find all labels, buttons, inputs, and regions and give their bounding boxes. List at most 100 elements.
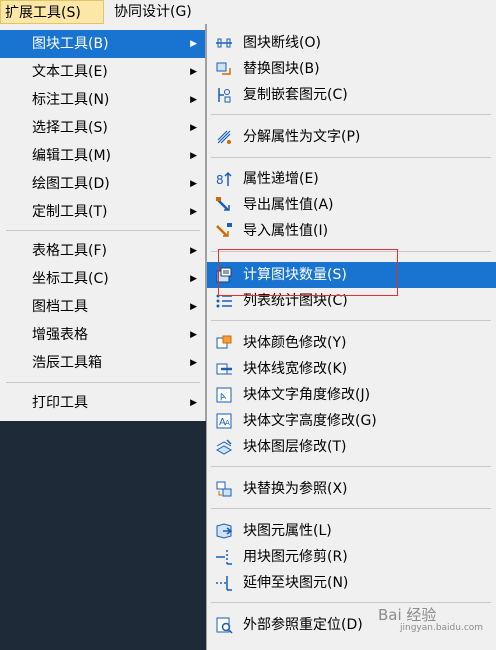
- submenu-arrow-icon: ▶: [190, 330, 197, 340]
- menu-separator: [6, 382, 200, 383]
- menu2-item-label: 块体图层修改(T): [243, 439, 347, 455]
- menu2-trim-by-block[interactable]: 用块图元修剪(R): [207, 544, 496, 570]
- menu2-item-label: 延伸至块图元(N): [243, 575, 349, 591]
- trim-by-block-icon: [216, 550, 232, 565]
- menu1-print-tools[interactable]: 打印工具 ▶: [0, 389, 205, 417]
- menu1-item-label: 图块工具(B): [32, 36, 109, 52]
- block-linewidth-icon: [216, 363, 232, 375]
- menu2-item-label: 块体文字角度修改(J): [243, 387, 371, 403]
- block-to-xref-icon: [216, 481, 232, 497]
- watermark-text: Bai 经验: [378, 606, 437, 624]
- submenu-arrow-icon: ▶: [190, 39, 197, 49]
- replace-block-icon: [216, 62, 231, 75]
- menu1-item-label: 选择工具(S): [32, 120, 108, 136]
- menu1-enhanced-table[interactable]: 增强表格 ▶: [0, 321, 205, 349]
- menu1-item-label: 定制工具(T): [32, 204, 108, 220]
- menu2-item-label: 外部参照重定位(D): [243, 617, 363, 633]
- menu2-block-text-angle[interactable]: A 块体文字角度修改(J): [207, 382, 496, 408]
- copy-nested-icon: [218, 88, 231, 103]
- menu2-item-label: 分解属性为文字(P): [243, 129, 361, 145]
- menu2-item-label: 块体颜色修改(Y): [243, 335, 347, 351]
- menu1-item-label: 标注工具(N): [32, 92, 110, 108]
- svg-text:A: A: [225, 419, 230, 427]
- block-color-icon: [216, 335, 232, 349]
- menu-separator: [6, 230, 200, 231]
- menu2-explode-attr[interactable]: 分解属性为文字(P): [207, 124, 496, 150]
- submenu-arrow-icon: ▶: [190, 302, 197, 312]
- menu1-block-tools[interactable]: 图块工具(B) ▶: [0, 30, 205, 58]
- menu2-item-label: 块体文字高度修改(G): [243, 413, 377, 429]
- svg-text:8: 8: [216, 173, 224, 187]
- extend-to-block-icon: [216, 576, 232, 591]
- block-text-angle-icon: A: [216, 387, 232, 403]
- menu2-item-label: 块体线宽修改(K): [243, 361, 348, 377]
- import-attr-icon: [216, 223, 232, 237]
- menu-extend-tools[interactable]: 扩展工具(S): [0, 0, 104, 24]
- menu1-edit-tools[interactable]: 编辑工具(M) ▶: [0, 142, 205, 170]
- menu-separator: [211, 602, 491, 603]
- menu2-block-to-xref[interactable]: 块替换为参照(X): [207, 476, 496, 502]
- menu1-select-tools[interactable]: 选择工具(S) ▶: [0, 114, 205, 142]
- submenu-arrow-icon: ▶: [190, 358, 197, 368]
- menu2-block-layer[interactable]: 块体图层修改(T): [207, 434, 496, 460]
- submenu-arrow-icon: ▶: [190, 274, 197, 284]
- submenu-arrow-icon: ▶: [190, 246, 197, 256]
- menu2-block-color[interactable]: 块体颜色修改(Y): [207, 330, 496, 356]
- baidu-watermark: Bai 经验 jingyan.baidu.com: [378, 604, 483, 633]
- menu1-item-label: 文本工具(E): [32, 64, 108, 80]
- menu1-dimension-tools[interactable]: 标注工具(N) ▶: [0, 86, 205, 114]
- menu1-item-label: 绘图工具(D): [32, 176, 110, 192]
- block-layer-icon: [215, 439, 233, 455]
- menu2-item-label: 图块断线(O): [243, 35, 321, 51]
- attr-increment-icon: 8: [216, 171, 232, 187]
- menu-collab-design[interactable]: 协同设计(G): [110, 0, 210, 24]
- menu1-draw-tools[interactable]: 绘图工具(D) ▶: [0, 170, 205, 198]
- submenu-arrow-icon: ▶: [190, 95, 197, 105]
- menu2-item-label: 块图元属性(L): [243, 523, 332, 539]
- menu-extend-tools-label: 扩展工具(S): [5, 5, 81, 21]
- menu2-copy-nested[interactable]: 复制嵌套图元(C): [207, 82, 496, 108]
- submenu-arrow-icon: ▶: [190, 207, 197, 217]
- menu2-extend-to-block[interactable]: 延伸至块图元(N): [207, 570, 496, 596]
- menu2-import-attr[interactable]: 导入属性值(I): [207, 218, 496, 244]
- menu2-item-label: 导出属性值(A): [243, 197, 334, 213]
- block-entity-prop-icon: [216, 523, 233, 539]
- menu-separator: [211, 157, 491, 158]
- menu2-block-entity-prop[interactable]: 块图元属性(L): [207, 518, 496, 544]
- menu2-block-text-height[interactable]: AA 块体文字高度修改(G): [207, 408, 496, 434]
- menu1-item-label: 打印工具: [32, 395, 88, 411]
- menu2-item-label: 块替换为参照(X): [243, 481, 348, 497]
- menu2-item-label: 导入属性值(I): [243, 223, 329, 239]
- menu1-text-tools[interactable]: 文本工具(E) ▶: [0, 58, 205, 86]
- submenu-arrow-icon: ▶: [190, 179, 197, 189]
- menu1-drawing-file-tools[interactable]: 图档工具 ▶: [0, 293, 205, 321]
- menu1-item-label: 表格工具(F): [32, 243, 107, 259]
- block-break-icon: [216, 38, 232, 48]
- menu1-item-label: 浩辰工具箱: [32, 355, 102, 371]
- annotation-highlight-box: [218, 249, 398, 296]
- menu-separator: [211, 466, 491, 467]
- menu1-item-label: 编辑工具(M): [32, 148, 112, 164]
- menu1-item-label: 图档工具: [32, 299, 88, 315]
- menu1-item-label: 坐标工具(C): [32, 271, 109, 287]
- menu2-item-label: 复制嵌套图元(C): [243, 87, 348, 103]
- menu2-block-linewidth[interactable]: 块体线宽修改(K): [207, 356, 496, 382]
- menu-bar: 扩展工具(S) 协同设计(G): [0, 0, 496, 25]
- menu2-attr-increment[interactable]: 8 属性递增(E): [207, 166, 496, 192]
- menu1-custom-tools[interactable]: 定制工具(T) ▶: [0, 198, 205, 226]
- submenu-arrow-icon: ▶: [190, 398, 197, 408]
- submenu-arrow-icon: ▶: [190, 67, 197, 77]
- menu1-gstarsoft-toolbox[interactable]: 浩辰工具箱 ▶: [0, 349, 205, 377]
- menu1-coordinate-tools[interactable]: 坐标工具(C) ▶: [0, 265, 205, 293]
- menu1-table-tools[interactable]: 表格工具(F) ▶: [0, 237, 205, 265]
- menu2-replace-block[interactable]: 替换图块(B): [207, 56, 496, 82]
- menu-separator: [211, 508, 491, 509]
- menu2-export-attr[interactable]: 导出属性值(A): [207, 192, 496, 218]
- export-attr-icon: [216, 197, 230, 211]
- submenu-arrow-icon: ▶: [190, 151, 197, 161]
- menu-separator: [211, 114, 491, 115]
- xref-relocate-icon: [216, 617, 233, 634]
- menu2-item-label: 替换图块(B): [243, 61, 320, 77]
- menu2-block-break[interactable]: 图块断线(O): [207, 30, 496, 56]
- menu1-item-label: 增强表格: [32, 327, 88, 343]
